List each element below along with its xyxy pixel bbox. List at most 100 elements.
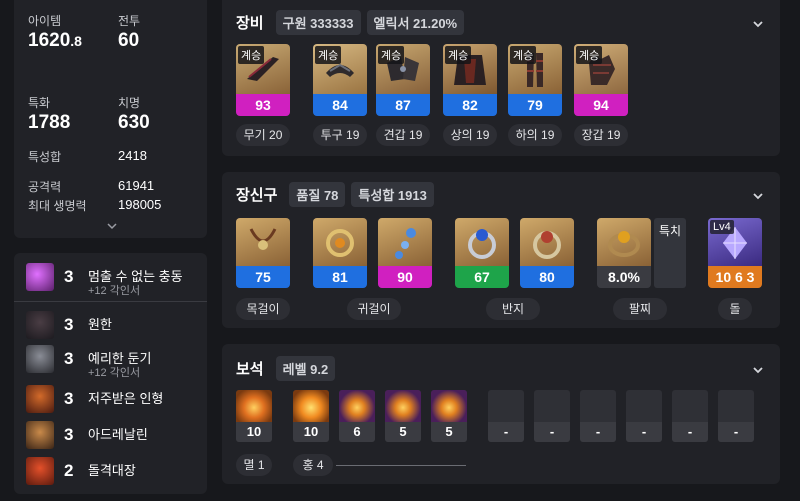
inherit-tag: 계승 — [238, 46, 265, 64]
earring-icon — [395, 228, 416, 259]
accessory-slot[interactable]: 80 — [520, 218, 574, 288]
engraving-name: 아드레날린 — [88, 427, 148, 442]
expand-chevron-icon[interactable] — [106, 222, 118, 230]
gem-summary-line — [336, 465, 466, 466]
equipment-slot[interactable]: 계승 94 — [574, 44, 628, 116]
gem-level: 10 — [236, 422, 272, 442]
stone-label: 돌 — [718, 298, 752, 320]
bracelet-slot[interactable]: 8.0% — [597, 218, 651, 288]
gem-slot-empty[interactable]: - — [534, 390, 570, 442]
ring-icon — [468, 229, 496, 259]
equipment-slot[interactable]: 계승 84 — [313, 44, 367, 116]
quality-bar: 82 — [443, 94, 497, 116]
gem-slot[interactable]: 10 — [293, 390, 329, 442]
item-level-label: 아이템 — [28, 14, 62, 28]
item-level-value: 1620.8 — [28, 30, 82, 51]
accessory-slot[interactable]: 81 — [313, 218, 367, 288]
engraving-sub: +12 각인서 — [88, 285, 141, 297]
inherit-tag: 계승 — [576, 46, 603, 64]
bracelet-effect: 8.0% — [597, 266, 651, 288]
crimson-gem-icon — [385, 390, 421, 422]
engraving-name: 원한 — [88, 317, 112, 332]
gem-level: 5 — [385, 422, 421, 442]
chevron-down-icon[interactable] — [752, 20, 764, 28]
gem-level: 10 — [293, 422, 329, 442]
gem-level: 6 — [339, 422, 375, 442]
gem-slot-empty[interactable]: - — [488, 390, 524, 442]
equipment-slot[interactable]: 계승 79 — [508, 44, 562, 116]
inherit-tag: 계승 — [445, 46, 472, 64]
engraving-count: 2 — [64, 461, 74, 480]
equipment-label: 투구 19 — [313, 124, 367, 146]
stats-panel: 아이템 1620.8 전투 60 특화 1788 치명 630 특성합 2418… — [14, 0, 207, 238]
inherit-tag: 계승 — [378, 46, 405, 64]
section-title: 장비 — [236, 15, 264, 32]
stone-engravings: 10 6 3 — [708, 266, 762, 288]
engraving-name: 저주받은 인형 — [88, 391, 164, 406]
gem-slot-empty[interactable]: - — [718, 390, 754, 442]
equipment-slot[interactable]: 계승 82 — [443, 44, 497, 116]
engraving-row[interactable]: 3 저주받은 인형 — [14, 385, 220, 413]
engravings-panel: 3 멈출 수 없는 충동 +12 각인서 3 원한 3 예리한 둔기 +12 각인서… — [14, 253, 207, 494]
badge: 구원 333333 — [275, 10, 361, 35]
engraving-icon — [26, 421, 54, 449]
gem-slot-empty[interactable]: - — [580, 390, 616, 442]
equipment-label: 상의 19 — [443, 124, 497, 146]
gem-slot-empty[interactable]: - — [626, 390, 662, 442]
chevron-down-icon[interactable] — [752, 366, 764, 374]
bracelet-icon — [608, 231, 640, 257]
gem-slot[interactable]: 5 — [431, 390, 467, 442]
quality-bar: 75 — [236, 266, 290, 288]
bracelet-label: 팔찌 — [613, 298, 667, 320]
engraving-icon — [26, 385, 54, 413]
engraving-row[interactable]: 3 예리한 둔기 +12 각인서 — [14, 345, 220, 381]
engraving-icon — [26, 263, 54, 291]
crit-value: 1788 — [28, 112, 71, 133]
accessory-slot[interactable]: 90 — [378, 218, 432, 288]
engraving-row[interactable]: 3 멈출 수 없는 충동 +12 각인서 — [14, 263, 220, 299]
accessory-slot[interactable]: 75 — [236, 218, 290, 288]
chevron-down-icon[interactable] — [752, 192, 764, 200]
engraving-count: 3 — [64, 349, 74, 368]
engraving-count: 3 — [64, 267, 74, 286]
necklace-icon — [249, 228, 277, 250]
swift-label: 치명 — [118, 96, 141, 110]
attack-value: 61941 — [118, 178, 155, 193]
ability-stone-slot[interactable]: Lv4 10 6 3 — [708, 218, 762, 288]
quality-bar: 87 — [376, 94, 430, 116]
equipment-slot[interactable]: 계승 93 — [236, 44, 290, 116]
equipment-label: 무기 20 — [236, 124, 290, 146]
badge: 특성합 1913 — [351, 182, 434, 207]
engraving-name: 멈출 수 없는 충동 — [88, 269, 183, 284]
engraving-count: 3 — [64, 315, 74, 334]
accessories-panel: 장신구 품질 78 특성합 1913 75 81 90 67 80 8.0% 특… — [222, 172, 780, 328]
section-title: 보석 — [236, 361, 264, 378]
gems-panel: 보석 레벨 9.2 10 10 6 5 5 - - - - - - 멸 1 홍 … — [222, 344, 780, 484]
engraving-row[interactable]: 3 원한 — [14, 311, 220, 339]
ring-label: 반지 — [486, 298, 540, 320]
inherit-tag: 계승 — [510, 46, 537, 64]
engraving-icon — [26, 457, 54, 485]
swift-value: 630 — [118, 112, 150, 133]
engraving-row[interactable]: 3 아드레날린 — [14, 421, 220, 449]
earring-label: 귀걸이 — [347, 298, 401, 320]
gem-slot[interactable]: 5 — [385, 390, 421, 442]
badge: 엘릭서 21.20% — [366, 10, 465, 35]
accessory-slot[interactable]: 67 — [455, 218, 509, 288]
engraving-count: 3 — [64, 425, 74, 444]
equipment-label: 견갑 19 — [376, 124, 430, 146]
engraving-row[interactable]: 2 돌격대장 — [14, 457, 220, 485]
quality-bar: 90 — [378, 266, 432, 288]
gem-slot[interactable]: 10 — [236, 390, 272, 442]
trait-sum-value: 2418 — [118, 148, 147, 163]
equipment-slot[interactable]: 계승 87 — [376, 44, 430, 116]
quality-bar: 80 — [520, 266, 574, 288]
engraving-icon — [26, 345, 54, 373]
quality-bar: 93 — [236, 94, 290, 116]
gem-slot-empty[interactable]: - — [672, 390, 708, 442]
gem-slot[interactable]: 6 — [339, 390, 375, 442]
combat-level-label: 전투 — [118, 14, 141, 28]
necklace-label: 목걸이 — [236, 298, 290, 320]
earring-icon — [326, 229, 354, 257]
gem-summary: 멸 1 — [236, 454, 272, 476]
